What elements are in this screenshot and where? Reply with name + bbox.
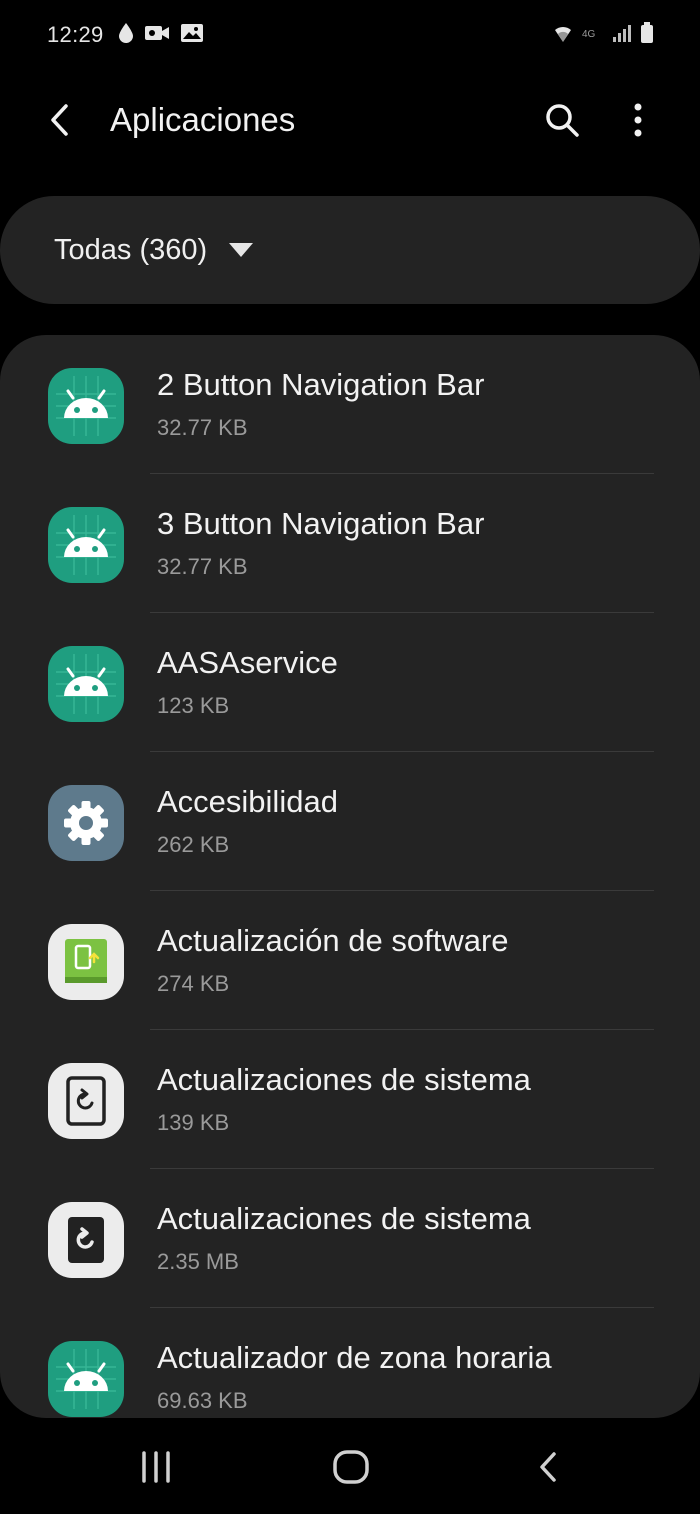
software-update-icon <box>48 924 124 1000</box>
dropdown-caret-icon <box>229 243 254 257</box>
app-name: Actualizaciones de sistema <box>157 1062 531 1097</box>
app-size: 32.77 KB <box>157 415 248 440</box>
list-item[interactable]: Actualizaciones de sistema 2.35 MB <box>0 1169 700 1308</box>
filter-dropdown[interactable]: Todas (360) <box>0 196 700 304</box>
water-drop-icon <box>118 22 134 49</box>
app-bar: Aplicaciones <box>0 80 700 160</box>
more-vert-icon <box>634 103 642 137</box>
nav-back-button[interactable] <box>520 1442 576 1492</box>
status-bar: 12:29 4G <box>0 0 700 70</box>
list-item[interactable]: Actualizaciones de sistema 139 KB <box>0 1030 700 1169</box>
android-icon <box>48 368 124 444</box>
list-item[interactable]: Actualización de software 274 KB <box>0 891 700 1030</box>
list-item[interactable]: Actualizador de zona horaria 69.63 KB <box>0 1308 700 1418</box>
signal-icon <box>612 23 632 48</box>
app-size: 2.35 MB <box>157 1249 239 1274</box>
list-item[interactable]: 3 Button Navigation Bar 32.77 KB <box>0 474 700 613</box>
gear-icon <box>48 785 124 861</box>
app-name: Actualizaciones de sistema <box>157 1201 531 1236</box>
status-notification-icons <box>118 22 204 49</box>
app-size: 32.77 KB <box>157 554 248 579</box>
svg-text:4G: 4G <box>582 29 596 40</box>
app-size: 123 KB <box>157 693 230 718</box>
back-button[interactable] <box>36 96 84 144</box>
list-item[interactable]: 2 Button Navigation Bar 32.77 KB <box>0 335 700 474</box>
list-item[interactable]: AASAservice 123 KB <box>0 613 700 752</box>
network-4g-icon: 4G <box>582 25 604 46</box>
app-list: 2 Button Navigation Bar 32.77 KB 3 Butto… <box>0 335 700 1418</box>
search-icon <box>546 104 579 137</box>
home-icon <box>333 1450 369 1484</box>
system-update-filled-icon <box>48 1202 124 1278</box>
list-item[interactable]: Accesibilidad 262 KB <box>0 752 700 891</box>
app-name: Actualización de software <box>157 923 509 958</box>
app-name: 2 Button Navigation Bar <box>157 367 485 402</box>
video-camera-icon <box>144 23 170 48</box>
status-system-icons: 4G <box>552 21 654 49</box>
android-icon <box>48 1341 124 1417</box>
android-icon <box>48 646 124 722</box>
image-icon <box>180 23 204 48</box>
home-button[interactable] <box>323 1442 379 1492</box>
system-update-outline-icon <box>48 1063 124 1139</box>
app-size: 262 KB <box>157 832 230 857</box>
app-name: Actualizador de zona horaria <box>157 1340 552 1375</box>
app-size: 139 KB <box>157 1110 230 1135</box>
status-time: 12:29 <box>47 22 104 47</box>
search-button[interactable] <box>538 96 586 144</box>
battery-icon <box>640 21 654 49</box>
android-icon <box>48 507 124 583</box>
back-icon <box>540 1452 556 1482</box>
app-name: 3 Button Navigation Bar <box>157 506 485 541</box>
wifi-icon <box>552 22 574 49</box>
app-size: 274 KB <box>157 971 230 996</box>
recents-icon <box>142 1451 170 1483</box>
filter-label: Todas (360) <box>54 233 208 266</box>
app-size: 69.63 KB <box>157 1388 248 1413</box>
back-arrow-icon <box>51 104 68 136</box>
app-name: Accesibilidad <box>157 784 338 819</box>
app-name: AASAservice <box>157 645 338 680</box>
recents-button[interactable] <box>128 1442 184 1492</box>
more-options-button[interactable] <box>614 96 662 144</box>
page-title: Aplicaciones <box>110 101 296 138</box>
navigation-bar <box>0 1418 700 1514</box>
